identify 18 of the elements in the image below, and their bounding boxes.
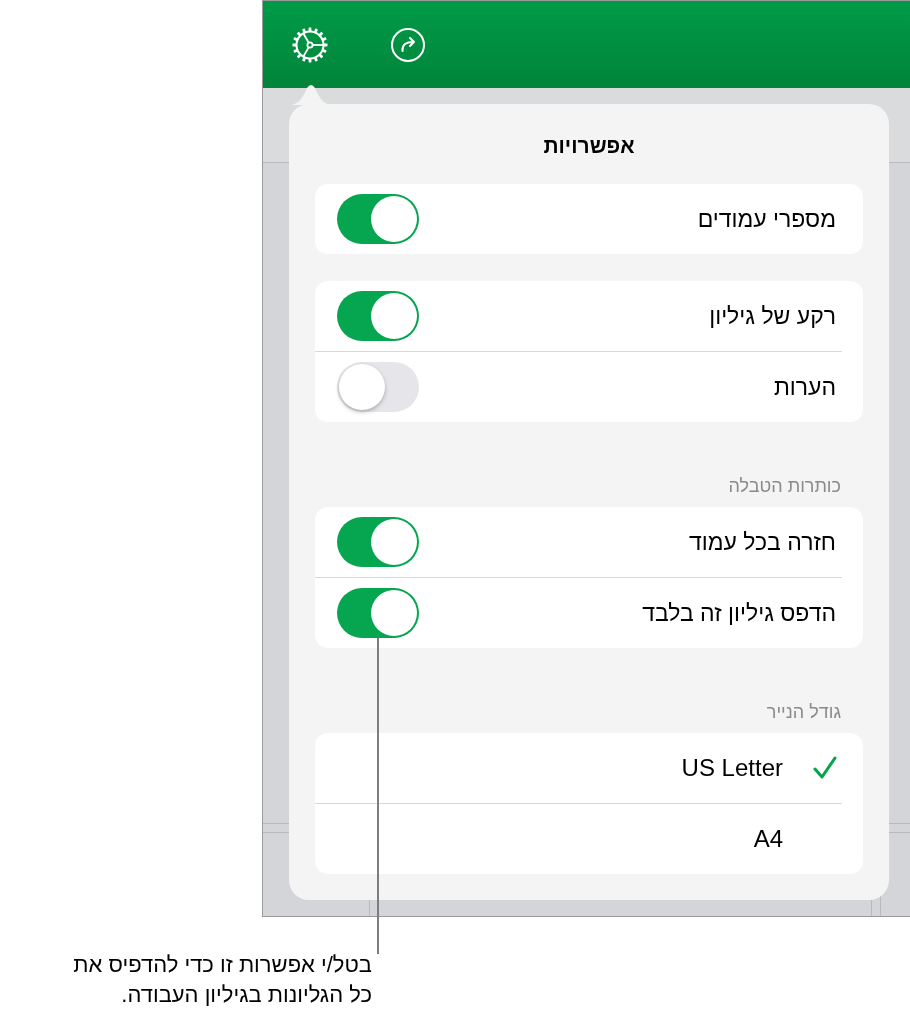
setting-label: רקע של גיליון <box>709 302 836 330</box>
curved-arrow-circle-icon[interactable] <box>391 27 425 62</box>
setting-label: מספרי עמודים <box>697 205 836 233</box>
toggle-switch[interactable] <box>337 588 419 638</box>
section-header: גודל הנייר <box>766 701 841 723</box>
setting-label: חזרה בכל עמוד <box>689 528 836 556</box>
setting-label: הדפס גיליון זה בלבד <box>642 599 836 627</box>
settings-icon[interactable] <box>291 25 329 64</box>
toggle-switch[interactable] <box>337 362 419 412</box>
popover-title: אפשרויות <box>543 134 635 156</box>
toggle-switch[interactable] <box>337 194 419 244</box>
paper-size-option[interactable]: US Letter <box>315 733 863 803</box>
setting-label: הערות <box>773 373 836 401</box>
toggle-switch[interactable] <box>337 517 419 567</box>
paper-size-option[interactable]: A4 <box>315 804 863 874</box>
callout-text: בטל/י אפשרות זו כדי להדפיס את כל הגליונות בגיליון העבודה. <box>72 951 372 1009</box>
toggle-switch[interactable] <box>337 291 419 341</box>
section-header: כותרות הטבלה <box>728 475 841 497</box>
